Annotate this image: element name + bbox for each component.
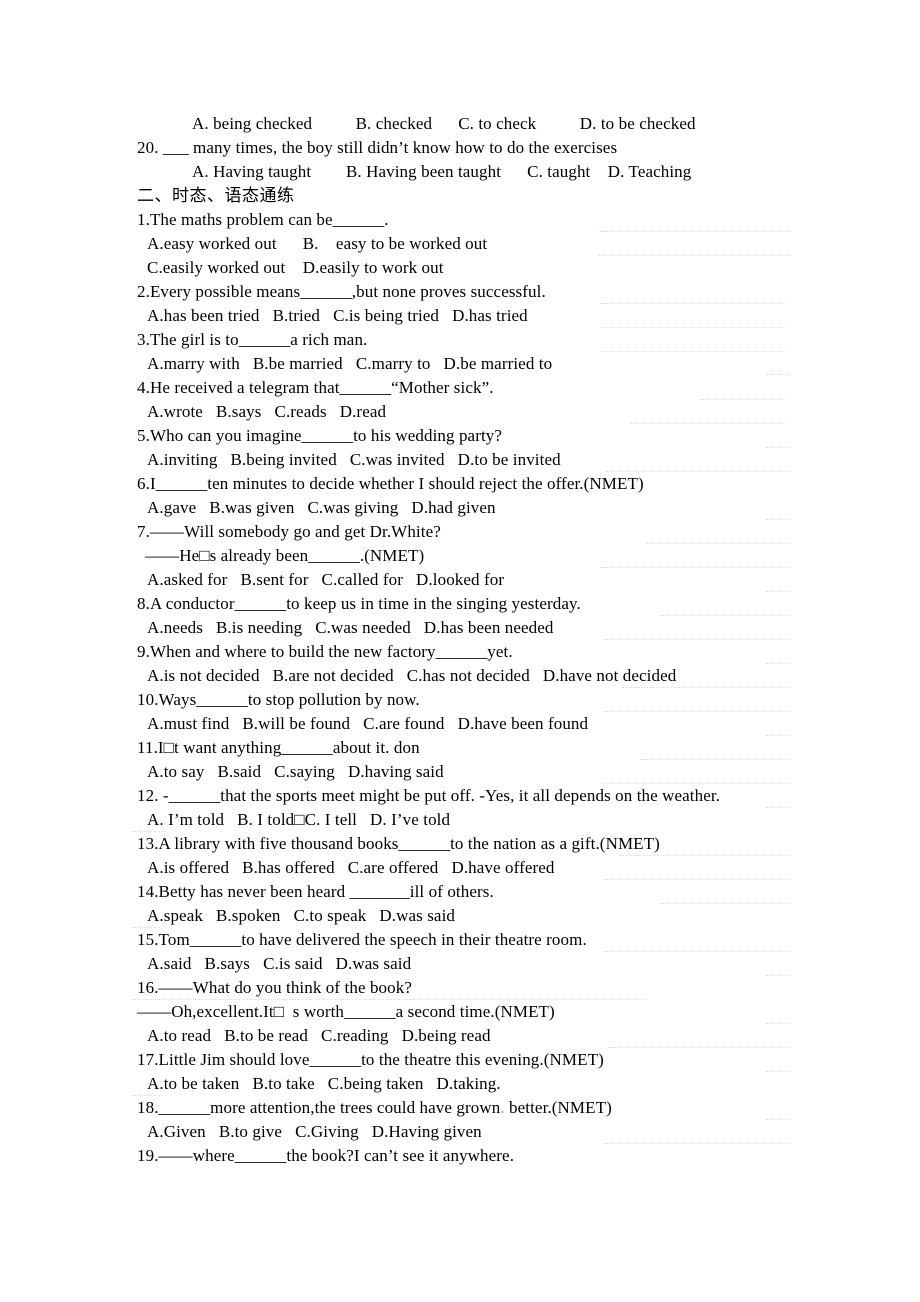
question-20-stem: 20. ___ many times, the boy still didn’t… [137, 138, 618, 157]
worksheet-page: A. being checked B. checked C. to check … [0, 0, 920, 1168]
question-1-stem: 1.The maths problem can be______. [137, 210, 389, 229]
question-6-stem: 6.I______ten minutes to decide whether I… [137, 474, 644, 493]
question-15-options: A.said B.says C.is said D.was said [147, 954, 412, 973]
question-4-options: A.wrote B.says C.reads D.read [147, 402, 387, 421]
question-15-stem: 15.Tom______to have delivered the speech… [137, 930, 587, 949]
question-11-stem: 11.I□t want anything______about it. don [137, 738, 420, 757]
question-2-options: A.has been tried B.tried C.is being trie… [147, 306, 528, 325]
question-14-options: A.speak B.spoken C.to speak D.was said [147, 906, 456, 925]
question-9-options: A.is not decided B.are not decided C.has… [147, 666, 677, 685]
question-16-stem: 16.——What do you think of the book? [137, 978, 412, 997]
question-12-options: A. I’m told B. I told□C. I tell D. I’ve … [147, 810, 451, 829]
question-17-options: A.to be taken B.to take C.being taken D.… [147, 1074, 501, 1093]
question-5-stem: 5.Who can you imagine______to his weddin… [137, 426, 503, 445]
question-13-stem: 13.A library with five thousand books___… [137, 834, 660, 853]
question-7-options: A.asked for B.sent for C.called for D.lo… [147, 570, 505, 589]
question-11-options: A.to say B.said C.saying D.having said [147, 762, 444, 781]
question-20-options: A. Having taught B. Having been taught C… [192, 162, 692, 181]
section-heading: 二、时态、语态通练 [137, 186, 295, 206]
question-10-options: A.must find B.will be found C.are found … [147, 714, 589, 733]
question-10-stem: 10.Ways______to stop pollution by now. [137, 690, 420, 709]
question-7-stem: 7.——Will somebody go and get Dr.White? [137, 522, 441, 541]
question-1-options-cd: C.easily worked out D.easily to work out [147, 258, 444, 277]
question-7-stem-reply: ——He□s already been______.(NMET) [145, 546, 425, 565]
question-12-stem: 12. -______that the sports meet might be… [137, 786, 721, 805]
question-13-options: A.is offered B.has offered C.are offered… [147, 858, 555, 877]
question-3-options: A.marry with B.be married C.marry to D.b… [147, 354, 553, 373]
question-4-stem: 4.He received a telegram that______“Moth… [137, 378, 494, 397]
question-1-options-ab: A.easy worked out B. easy to be worked o… [147, 234, 488, 253]
question-5-options: A.inviting B.being invited C.was invited… [147, 450, 561, 469]
question-18-stem-text-before-speck: 18.______more attention,the trees could … [137, 1098, 501, 1117]
question-17-stem: 17.Little Jim should love______to the th… [137, 1050, 604, 1069]
question-6-options: A.gave B.was given C.was giving D.had gi… [147, 498, 496, 517]
question-16-options: A.to read B.to be read C.reading D.being… [147, 1026, 491, 1045]
question-9-stem: 9.When and where to build the new factor… [137, 642, 513, 661]
question-8-options: A.needs B.is needing C.was needed D.has … [147, 618, 554, 637]
question-18-stem: 18.______more attention,the trees could … [0, 1096, 920, 1120]
question-19-stem: 19.——where______the book?I can’t see it … [137, 1146, 515, 1165]
question-18-options: A.Given B.to give C.Giving D.Having give… [147, 1122, 482, 1141]
question-20-options-prev: A. being checked B. checked C. to check … [192, 114, 696, 133]
question-16-stem-reply: ——Oh,excellent.It□ s worth______a second… [137, 1002, 555, 1021]
question-2-stem: 2.Every possible means______,but none pr… [137, 282, 546, 301]
question-14-stem: 14.Betty has never been heard _______ill… [137, 882, 494, 901]
question-3-stem: 3.The girl is to______a rich man. [137, 330, 368, 349]
question-18-stem-text-after-speck: better.(NMET) [504, 1098, 612, 1117]
question-8-stem: 8.A conductor______to keep us in time in… [137, 594, 581, 613]
